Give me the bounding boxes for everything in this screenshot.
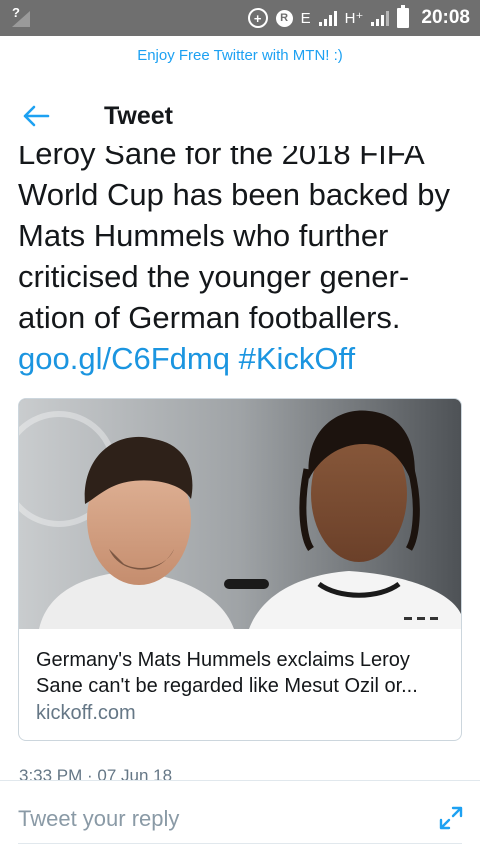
status-right: + R E H⁺ 20:08 [247,5,470,29]
header: Tweet [0,86,480,146]
card-domain: kickoff.com [36,702,136,724]
no-sim-signal-icon: ? [10,5,32,28]
tweet-text: Leroy Sane for the 2018 FIFA World Cup h… [18,146,468,379]
signal-icon [318,10,337,26]
arrow-left-icon [23,105,50,127]
tweet-text-content: Leroy Sane for the 2018 FIFA World Cup h… [18,146,450,335]
network-h-label: H⁺ [344,10,364,27]
page-title: Tweet [104,101,173,130]
battery-icon [397,5,410,28]
card-photo [19,399,461,629]
reply-input[interactable] [18,801,418,837]
data-saver-icon: + [247,8,268,28]
promo-text: Enjoy Free Twitter with MTN! :) [137,46,343,64]
status-left: ? [10,5,32,28]
tweet-link[interactable]: goo.gl/C6Fdmq [18,341,230,376]
registered-icon: R [275,9,293,27]
card-title: Germany's Mats Hummels exclaims Leroy Sa… [36,649,418,697]
expand-icon [439,806,463,830]
tweet-body: Leroy Sane for the 2018 FIFA World Cup h… [0,146,480,386]
status-bar: ? + R E H⁺ 20:08 [0,0,480,36]
status-time: 20:08 [421,7,470,28]
promo-banner[interactable]: Enjoy Free Twitter with MTN! :) [0,36,480,74]
reply-underline [18,843,462,844]
tweet-hashtag[interactable]: #KickOff [239,341,356,376]
link-card[interactable]: Germany's Mats Hummels exclaims Leroy Sa… [18,398,462,741]
back-button[interactable] [6,86,66,146]
expand-button[interactable] [438,805,464,831]
signal-icon-2 [371,10,390,26]
reply-bar [0,781,480,854]
card-image [19,399,461,629]
network-e-label: E [300,9,311,27]
no-sim-label: ? [12,5,20,20]
